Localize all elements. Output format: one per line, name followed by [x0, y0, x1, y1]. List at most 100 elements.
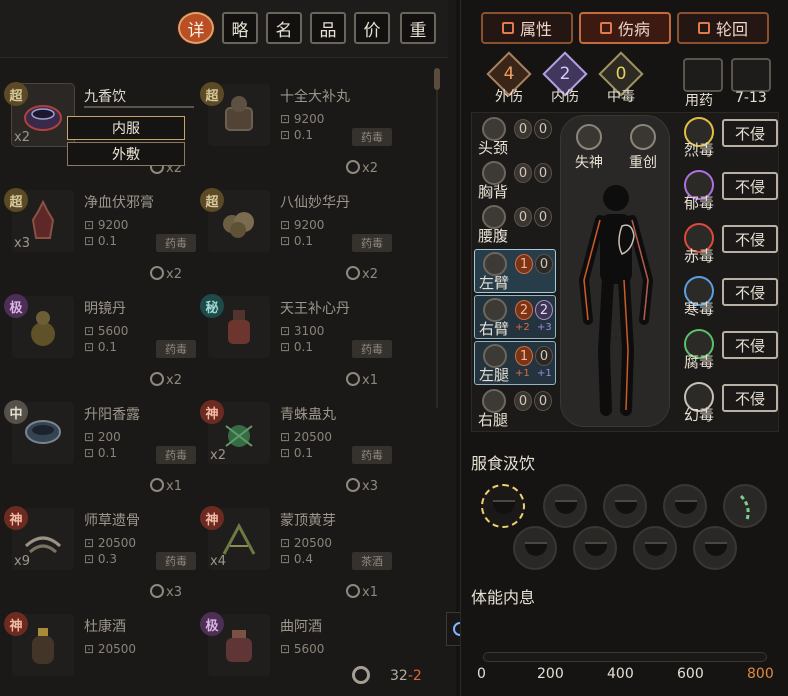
food-slot-5[interactable] — [723, 484, 767, 528]
item-card-baxianmiaohuadan[interactable]: 超 八仙妙华丹 ⊡ 9200 ⊡ 0.1 药毒 x2 — [200, 188, 392, 290]
item-name: 杜康酒 — [84, 619, 126, 635]
menu-item-internal-use[interactable]: 内服 — [67, 116, 185, 140]
item-price: ⊡ 5600 — [280, 642, 325, 656]
radiation-icon — [346, 160, 360, 174]
item-price: ⊡ 20500 — [84, 536, 137, 550]
menu-item-external-apply[interactable]: 外敷 — [67, 142, 185, 166]
radiation-icon — [150, 372, 164, 386]
body-part-waist-abdomen[interactable]: 腰腹 0 0 — [474, 203, 556, 247]
item-card-qingzhuguwan[interactable]: 神 x2 青蛛蛊丸 ⊡ 20500 ⊡ 0.1 药毒 x3 — [200, 400, 392, 502]
detail-view-button[interactable]: 详 — [178, 12, 214, 44]
food-slot-1[interactable] — [481, 484, 525, 528]
poison-indicator: 0 中毒 — [595, 51, 647, 108]
outer-injury-value: 2 — [515, 300, 533, 320]
energy-tick: 0 — [477, 666, 486, 682]
energy-tick-max: 800 — [747, 666, 774, 682]
poison-resist-value[interactable]: 不侵 — [722, 172, 778, 200]
sort-price-button[interactable]: 价 — [354, 12, 390, 44]
sort-weight-button[interactable]: 重 — [400, 12, 436, 44]
item-card-shengyangxianglu[interactable]: 中 升阳香露 ⊡ 200 ⊡ 0.1 药毒 x1 — [4, 400, 196, 502]
item-card-jingxuefuxiegao[interactable]: 超 x3 净血伏邪膏 ⊡ 9200 ⊡ 0.1 药毒 x2 — [4, 188, 196, 290]
brief-view-button[interactable]: 略 — [222, 12, 258, 44]
outer-injury-change: +1 — [515, 368, 530, 379]
inner-injury-value: 0 — [535, 346, 553, 366]
inner-injury-value: 0 — [534, 391, 552, 411]
item-tag: 药毒 — [156, 234, 196, 252]
radiation-icon — [150, 478, 164, 492]
food-slot-9[interactable] — [693, 526, 737, 570]
item-tag: 药毒 — [156, 340, 196, 358]
tab-attributes[interactable]: 属性 — [481, 12, 573, 44]
item-card-tianwangbuxindan[interactable]: 秘 天王补心丹 ⊡ 3100 ⊡ 0.1 药毒 x1 — [200, 294, 392, 396]
item-card-dukangjiu[interactable]: 神 杜康酒 ⊡ 20500 — [4, 612, 194, 696]
poison-row-han: 寒毒 不侵 — [680, 274, 780, 326]
item-count: x2 — [14, 130, 30, 145]
item-card-shicaoyigu[interactable]: 神 x9 师草遗骨 ⊡ 20500 ⊡ 0.3 药毒 x3 — [4, 506, 196, 608]
inner-injury-value: 0 — [534, 163, 552, 183]
tab-injuries[interactable]: 伤病 — [579, 12, 671, 44]
outer-wound-indicator: 4 外伤 — [483, 51, 535, 108]
poison-resist-value[interactable]: 不侵 — [722, 225, 778, 253]
outer-injury-value: 1 — [515, 254, 533, 274]
food-slot-8[interactable] — [633, 526, 677, 570]
radiation-icon — [346, 372, 360, 386]
body-part-right-arm[interactable]: 右臂 2 2 +2 +3 — [474, 295, 556, 339]
item-card-shiquandabuwan[interactable]: 超 十全大补丸 ⊡ 9200 ⊡ 0.1 药毒 x2 — [200, 82, 392, 184]
item-card-mengdinghuangya[interactable]: 神 x4 蒙顶黄芽 ⊡ 20500 ⊡ 0.4 茶酒 x1 — [200, 506, 392, 608]
radiation-icon — [150, 584, 164, 598]
attributes-icon — [501, 22, 514, 34]
item-card-mingjingdan[interactable]: 极 明镜丹 ⊡ 5600 ⊡ 0.1 药毒 x2 — [4, 294, 196, 396]
scroll-thumb[interactable] — [434, 68, 440, 90]
item-price: ⊡ 20500 — [84, 642, 137, 656]
body-part-left-arm[interactable]: 左臂 1 0 — [474, 249, 556, 293]
grade-badge: 神 — [200, 400, 224, 424]
item-tag: 药毒 — [352, 234, 392, 252]
item-price: ⊡ 3100 — [280, 324, 325, 338]
medicine-range-button[interactable] — [731, 58, 771, 92]
body-injury-panel: 头颈 0 0 胸背 0 0 腰腹 0 0 左臂 1 0 右臂 2 2 +2 +3… — [471, 112, 779, 432]
poison-resist-value[interactable]: 不侵 — [722, 331, 778, 359]
body-part-head-neck[interactable]: 头颈 0 0 — [474, 115, 556, 159]
poison-row-yu: 郁毒 不侵 — [680, 168, 780, 220]
item-name: 明镜丹 — [84, 301, 126, 317]
item-name: 青蛛蛊丸 — [280, 407, 336, 423]
item-tag: 药毒 — [352, 128, 392, 146]
poison-resist-value[interactable]: 不侵 — [722, 278, 778, 306]
inventory-scrollbar[interactable] — [432, 68, 442, 408]
wound-summary: 4 外伤 2 内伤 0 中毒 用药 7-13 — [471, 51, 779, 109]
item-weight: ⊡ 0.1 — [280, 340, 313, 354]
sort-grade-button[interactable]: 品 — [310, 12, 346, 44]
item-price: ⊡ 9200 — [280, 218, 325, 232]
severe-injury-status: 重创 — [623, 124, 663, 172]
food-slot-3[interactable] — [603, 484, 647, 528]
item-count: x2 — [210, 448, 226, 463]
injury-icon — [599, 22, 612, 34]
item-price: ⊡ 9200 — [280, 112, 325, 126]
poison-resist-value[interactable]: 不侵 — [722, 119, 778, 147]
body-part-chest-back[interactable]: 胸背 0 0 — [474, 159, 556, 203]
food-slot-6[interactable] — [513, 526, 557, 570]
outer-injury-value: 1 — [515, 346, 533, 366]
food-slot-4[interactable] — [663, 484, 707, 528]
radiation-icon — [346, 478, 360, 492]
item-tag: 药毒 — [156, 446, 196, 464]
poison-resist-value[interactable]: 不侵 — [722, 384, 778, 412]
grade-badge: 秘 — [200, 294, 224, 318]
item-weight: ⊡ 0.1 — [84, 446, 117, 460]
item-weight: ⊡ 0.1 — [280, 446, 313, 460]
sort-name-button[interactable]: 名 — [266, 12, 302, 44]
grade-badge: 极 — [4, 294, 28, 318]
medicine-button[interactable] — [683, 58, 723, 92]
item-price: ⊡ 20500 — [280, 430, 333, 444]
herb-icon — [739, 494, 750, 521]
inner-injury-change: +3 — [537, 322, 552, 333]
weight-icon — [352, 666, 370, 684]
body-part-right-leg[interactable]: 右腿 0 0 — [474, 387, 556, 431]
body-part-left-leg[interactable]: 左腿 1 0 +1 +1 — [474, 341, 556, 385]
item-count: x9 — [14, 554, 30, 569]
tab-reincarnation[interactable]: 轮回 — [677, 12, 769, 44]
food-slot-7[interactable] — [573, 526, 617, 570]
grade-badge: 神 — [200, 506, 224, 530]
food-slot-2[interactable] — [543, 484, 587, 528]
inner-injury-value: 0 — [535, 254, 553, 274]
